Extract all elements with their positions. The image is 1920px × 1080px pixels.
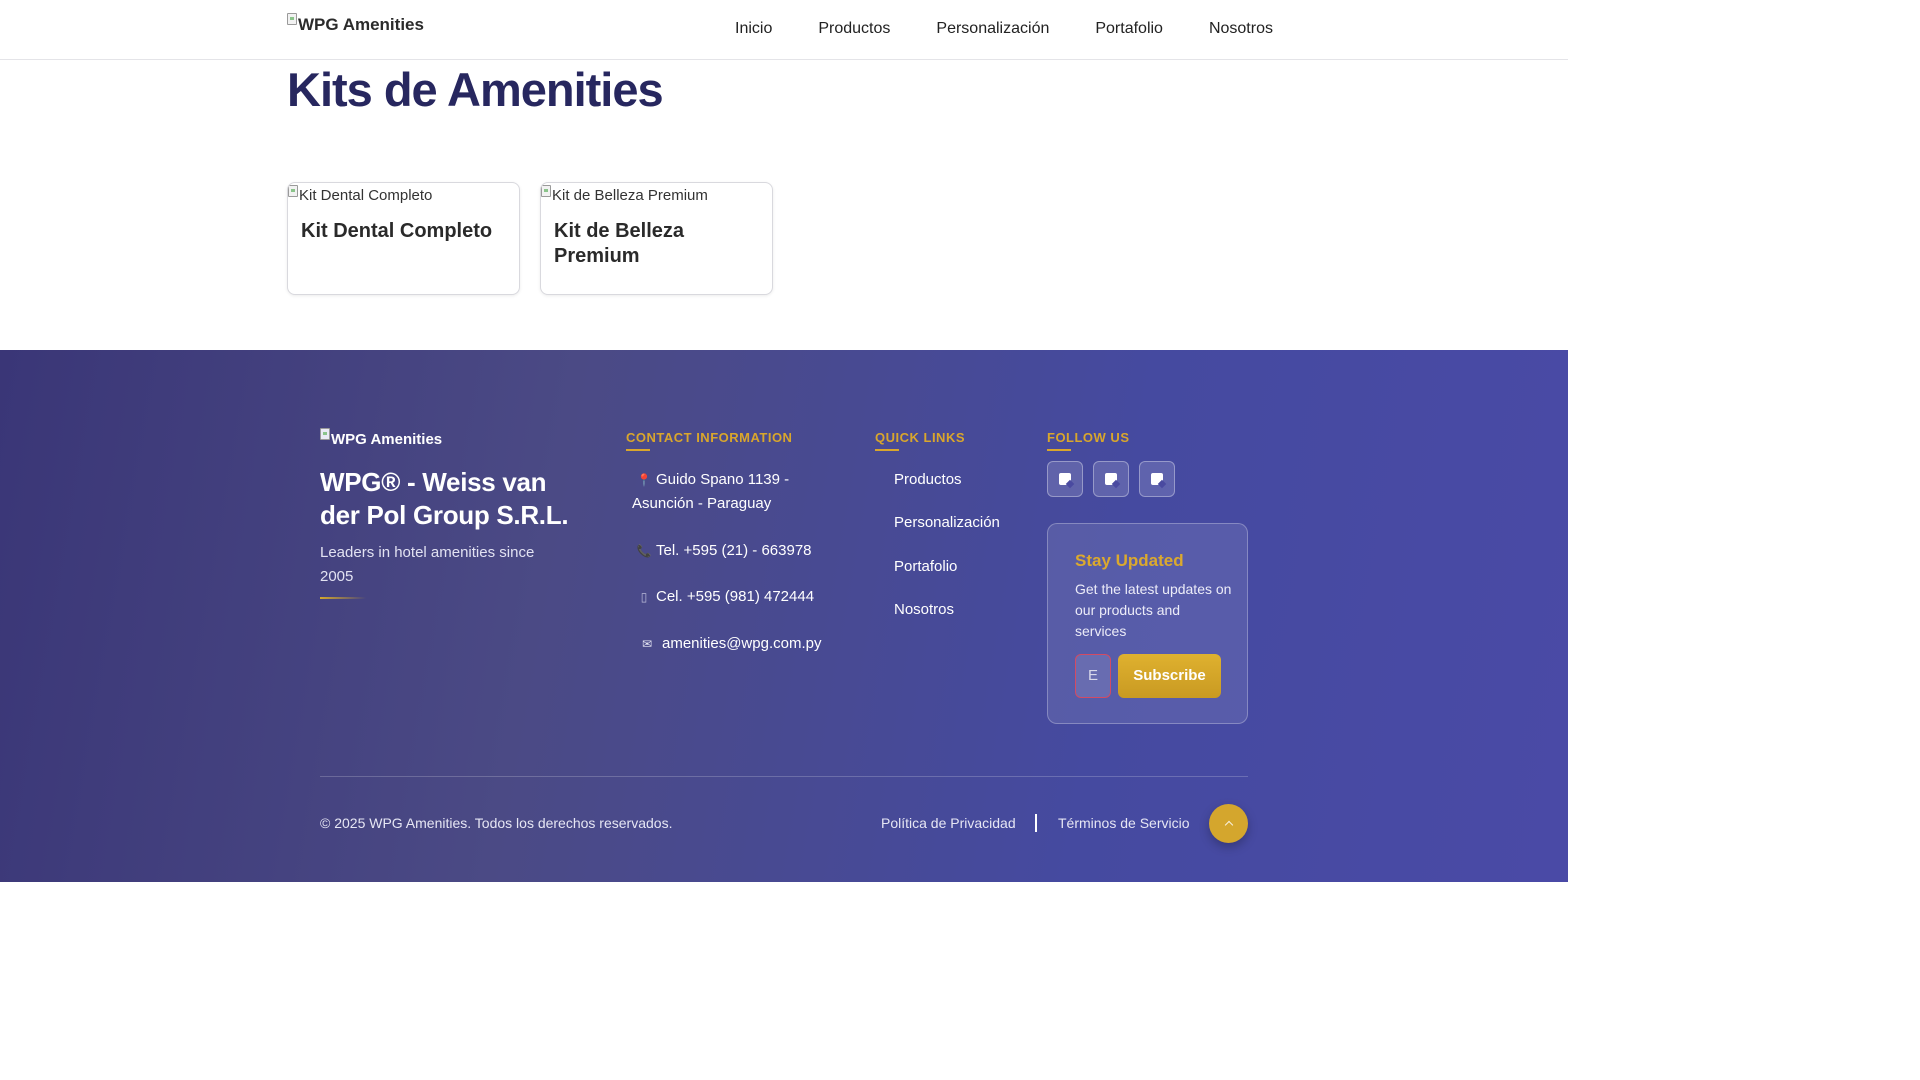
phone-text: Tel. +595 (21) - 663978 — [656, 542, 812, 559]
terms-link[interactable]: Términos de Servicio — [1058, 812, 1190, 834]
contact-email[interactable]: ✉ amenities@wpg.com.py — [632, 632, 822, 656]
broken-image-icon — [320, 428, 330, 440]
company-tagline: Leaders in hotel amenities since 2005 — [320, 544, 535, 585]
newsletter-box: Stay Updated Get the latest updates on o… — [1047, 523, 1248, 724]
quick-links-heading: QUICK LINKS — [875, 430, 965, 445]
nav-portafolio[interactable]: Portafolio — [1095, 17, 1163, 41]
nav-inicio[interactable]: Inicio — [735, 17, 772, 41]
product-image: Kit Dental Completo — [288, 183, 519, 207]
footer-link-nosotros[interactable]: Nosotros — [894, 598, 954, 622]
product-card-kit-dental[interactable]: Kit Dental Completo Kit Dental Completo — [287, 182, 520, 295]
product-card-kit-belleza[interactable]: Kit de Belleza Premium Kit de Belleza Pr… — [540, 182, 773, 295]
heading-underline — [875, 449, 899, 451]
product-image-alt: Kit Dental Completo — [299, 187, 433, 204]
contact-heading: CONTACT INFORMATION — [626, 430, 793, 445]
email-text: amenities@wpg.com.py — [662, 635, 822, 652]
newsletter-title: Stay Updated — [1075, 551, 1184, 570]
product-card-title: Kit Dental Completo — [301, 220, 493, 242]
privacy-link[interactable]: Política de Privacidad — [881, 812, 1016, 834]
contact-mobile[interactable]: ▯ Cel. +595 (981) 472444 — [632, 585, 814, 609]
footer-divider — [320, 776, 1248, 777]
nav-personalizacion[interactable]: Personalización — [936, 17, 1049, 41]
copyright-text: © 2025 WPG Amenities. Todos los derechos… — [320, 815, 673, 831]
footer-link-personalizacion[interactable]: Personalización — [894, 511, 1000, 535]
logo-alt-text: WPG Amenities — [298, 15, 424, 34]
heading-underline — [1047, 449, 1071, 451]
company-name: WPG® - Weiss van der Pol Group S.R.L. — [320, 467, 569, 530]
back-to-top-button[interactable] — [1209, 804, 1248, 843]
address-text: Guido Spano 1139 - Asunción - Paraguay — [632, 471, 790, 512]
social-icon-3[interactable] — [1139, 461, 1175, 497]
page-title: Kits de Amenities — [287, 63, 664, 116]
product-image-alt: Kit de Belleza Premium — [552, 187, 708, 204]
phone-icon: 📞 — [636, 544, 652, 558]
newsletter-text: Get the latest updates on our products a… — [1075, 581, 1232, 639]
heading-underline — [626, 449, 650, 451]
footer-link-productos[interactable]: Productos — [894, 468, 962, 492]
tagline-divider — [320, 597, 366, 599]
mail-icon: ✉ — [641, 637, 653, 651]
footer-logo[interactable]: WPG Amenities — [320, 428, 442, 452]
social-icon-1[interactable] — [1047, 461, 1083, 497]
nav-nosotros[interactable]: Nosotros — [1209, 17, 1273, 41]
contact-address: 📍 Guido Spano 1139 - Asunción - Paraguay — [632, 468, 832, 516]
mobile-text: Cel. +595 (981) 472444 — [656, 588, 815, 605]
main-nav: Inicio Productos Personalización Portafo… — [735, 17, 1273, 41]
site-header: WPG Amenities Inicio Productos Personali… — [0, 0, 1568, 60]
broken-image-icon — [287, 13, 297, 25]
social-icon-2[interactable] — [1093, 461, 1129, 497]
footer-link-portafolio[interactable]: Portafolio — [894, 555, 957, 579]
chevron-up-icon — [1224, 820, 1233, 830]
contact-phone[interactable]: 📞 Tel. +595 (21) - 663978 — [632, 539, 812, 563]
site-logo[interactable]: WPG Amenities — [287, 13, 424, 37]
follow-heading: FOLLOW US — [1047, 430, 1130, 445]
footer-logo-alt-text: WPG Amenities — [331, 431, 443, 448]
subscribe-button[interactable]: Subscribe — [1118, 654, 1221, 698]
site-footer: WPG Amenities WPG® - Weiss van der Pol G… — [0, 350, 1568, 882]
mobile-icon: ▯ — [640, 590, 648, 604]
product-card-title: Kit de Belleza Premium — [554, 220, 685, 267]
broken-image-icon — [541, 185, 551, 197]
nav-productos[interactable]: Productos — [818, 17, 890, 41]
broken-image-icon — [288, 185, 298, 197]
product-image: Kit de Belleza Premium — [541, 183, 772, 207]
legal-separator — [1035, 814, 1037, 832]
email-field[interactable]: E — [1075, 654, 1111, 698]
